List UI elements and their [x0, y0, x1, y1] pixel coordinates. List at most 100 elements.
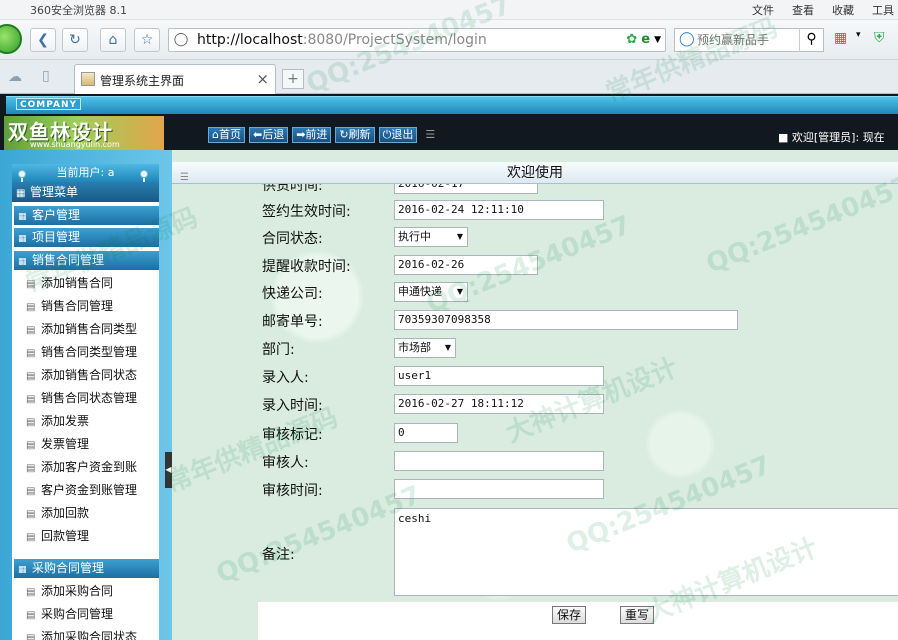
page-icon: ▤: [26, 325, 36, 336]
field-label: 邮寄单号:: [262, 314, 323, 330]
menu-view[interactable]: 查看: [792, 2, 814, 18]
sidebar-item-purchase-contract-manage[interactable]: ▤ 采购合同管理: [14, 603, 159, 626]
toolbar-forward-button[interactable]: ➡前进: [292, 127, 332, 143]
item-label: 发票管理: [41, 437, 90, 451]
field-label: 审核时间:: [262, 483, 323, 499]
reviewer-input[interactable]: [394, 451, 604, 471]
item-label: 添加客户资金到账: [41, 460, 138, 474]
close-tab-icon[interactable]: ×: [256, 70, 269, 88]
new-tab-button[interactable]: +: [282, 69, 304, 89]
folder-icon: ▦: [18, 257, 27, 267]
home-button[interactable]: ⌂: [100, 28, 126, 52]
sidebar-item-sales-contract-type-manage[interactable]: ▤ 销售合同类型管理: [14, 341, 159, 364]
page-icon[interactable]: ▯: [42, 68, 50, 84]
sidebar-item-add-sales-contract-type[interactable]: ▤ 添加销售合同类型: [14, 318, 159, 341]
entry-time-input[interactable]: 2016-02-27 18:11:12: [394, 394, 604, 414]
toolbar-home-button[interactable]: ⌂首页: [208, 127, 245, 143]
arrow-left-icon: ❮: [37, 32, 49, 48]
browser-logo-icon[interactable]: [0, 24, 22, 54]
remark-textarea[interactable]: ceshi: [394, 508, 898, 596]
toolbar-forward-label: 前进: [305, 128, 328, 141]
home-icon: ⌂: [108, 32, 118, 48]
app-toolbar: ⌂首页 ⬅后退 ➡前进 ↻刷新 ⏻退出 ☰: [208, 127, 435, 143]
home-icon: ⌂: [212, 128, 219, 141]
mail-no-input[interactable]: 70359307098358: [394, 310, 738, 330]
sidebar-category-customer[interactable]: ▦ 客户管理: [14, 206, 159, 225]
sidebar-item-add-sales-contract-status[interactable]: ▤ 添加销售合同状态: [14, 364, 159, 387]
sidebar-item-payment-manage[interactable]: ▤ 回款管理: [14, 525, 159, 548]
star-icon: ☆: [140, 32, 154, 48]
sidebar-item-add-payment[interactable]: ▤ 添加回款: [14, 502, 159, 525]
back-button[interactable]: ❮: [30, 28, 56, 52]
effective-time-input[interactable]: 2016-02-24 12:11:10: [394, 200, 604, 220]
favorite-button[interactable]: ☆: [134, 28, 160, 52]
review-flag-input[interactable]: 0: [394, 423, 458, 443]
field-label: 录入时间:: [262, 398, 323, 414]
chevron-down-icon: ▼: [444, 343, 451, 352]
sidebar-category-sales-contract[interactable]: ▦ 销售合同管理: [14, 251, 159, 270]
menu-grid-icon: ▦: [16, 188, 26, 199]
sidebar-category-purchase-contract[interactable]: ▦ 采购合同管理: [14, 559, 159, 578]
sidebar-item-sales-contract-manage[interactable]: ▤ 销售合同管理: [14, 295, 159, 318]
field-label: 合同状态:: [262, 231, 323, 247]
page-icon: ▤: [26, 302, 36, 313]
sidebar-item-add-purchase-contract[interactable]: ▤ 添加采购合同: [14, 580, 159, 603]
toolbar-back-button[interactable]: ⬅后退: [248, 127, 289, 143]
folder-icon: ▦: [18, 212, 27, 222]
page-icon: ▤: [26, 587, 36, 598]
menu-tools[interactable]: 工具: [872, 2, 894, 18]
item-label: 添加销售合同类型: [41, 322, 138, 336]
item-label: 客户资金到账管理: [41, 483, 138, 497]
sidebar-item-customer-funds-manage[interactable]: ▤ 客户资金到账管理: [14, 479, 159, 502]
toolbar-refresh-button[interactable]: ↻刷新: [335, 127, 375, 143]
guard-shield-icon[interactable]: ⛨: [874, 30, 885, 46]
sidebar-item-invoice-manage[interactable]: ▤ 发票管理: [14, 433, 159, 456]
engine-ie-icon[interactable]: e: [641, 32, 650, 48]
compat-mode-icon[interactable]: ✿: [626, 32, 637, 48]
item-label: 添加采购合同: [41, 584, 114, 598]
address-url[interactable]: http://localhost:8080/ProjectSystem/logi…: [197, 32, 487, 48]
select-value: 申通快递: [398, 285, 442, 298]
reset-button[interactable]: 重写: [620, 606, 655, 624]
favicon-icon: [81, 72, 95, 86]
sidebar-category-project[interactable]: ▦ 项目管理: [14, 228, 159, 247]
sidebar-collapse-handle[interactable]: ◀: [165, 452, 172, 488]
menu-favorites[interactable]: 收藏: [832, 2, 854, 18]
category-label: 客户管理: [32, 208, 81, 222]
cloud-icon[interactable]: ☁: [8, 69, 22, 85]
reload-button[interactable]: ↻: [62, 28, 88, 52]
contract-status-select[interactable]: 执行中 ▼: [394, 227, 468, 247]
sidebar-item-add-invoice[interactable]: ▤ 添加发票: [14, 410, 159, 433]
sidebar-item-add-sales-contract[interactable]: ▤ 添加销售合同: [14, 272, 159, 295]
url-path: :8080/ProjectSystem/login: [302, 32, 487, 48]
address-bar[interactable]: ◯ http://localhost:8080/ProjectSystem/lo…: [168, 28, 666, 52]
logo-url: www.shuangyulin.com: [30, 140, 120, 149]
browser-navbar: ❮ ↻ ⌂ ☆ ◯ http://localhost:8080/ProjectS…: [0, 20, 898, 60]
search-button[interactable]: ⚲: [799, 28, 823, 52]
remind-time-input[interactable]: 2016-02-26: [394, 255, 538, 275]
sidebar-item-add-customer-funds[interactable]: ▤ 添加客户资金到账: [14, 456, 159, 479]
menu-file[interactable]: 文件: [752, 2, 774, 18]
entry-user-input[interactable]: user1: [394, 366, 604, 386]
search-input[interactable]: [697, 31, 797, 49]
sidebar-item-sales-contract-status-manage[interactable]: ▤ 销售合同状态管理: [14, 387, 159, 410]
chevron-down-icon: ▼: [456, 287, 463, 296]
field-label: 供货时间:: [262, 184, 323, 194]
menu-title: ▦ 管理菜单: [12, 182, 159, 202]
sidebar-item-add-purchase-contract-status[interactable]: ▤ 添加采购合同状态: [14, 626, 159, 640]
toolbar-logout-button[interactable]: ⏻退出: [378, 127, 418, 143]
dropdown-arrow-icon[interactable]: ▼: [654, 32, 661, 48]
save-button[interactable]: 保存: [552, 606, 587, 624]
field-label: 签约生效时间:: [262, 204, 351, 220]
review-time-input[interactable]: [394, 479, 604, 499]
search-engine-icon[interactable]: ◯: [679, 31, 695, 47]
content-title: 欢迎使用: [507, 165, 563, 181]
apps-grid-icon[interactable]: ▦: [834, 30, 847, 46]
toolbar-refresh-label: 刷新: [348, 128, 371, 141]
magnifier-icon: ⚲: [806, 31, 817, 47]
apps-dropdown-icon[interactable]: ▾: [856, 30, 861, 40]
tab-main[interactable]: 管理系统主界面 ×: [74, 64, 276, 94]
department-select[interactable]: 市场部 ▼: [394, 338, 456, 358]
courier-select[interactable]: 申通快递 ▼: [394, 282, 468, 302]
supply-time-input[interactable]: 2016-02-17: [394, 184, 538, 194]
